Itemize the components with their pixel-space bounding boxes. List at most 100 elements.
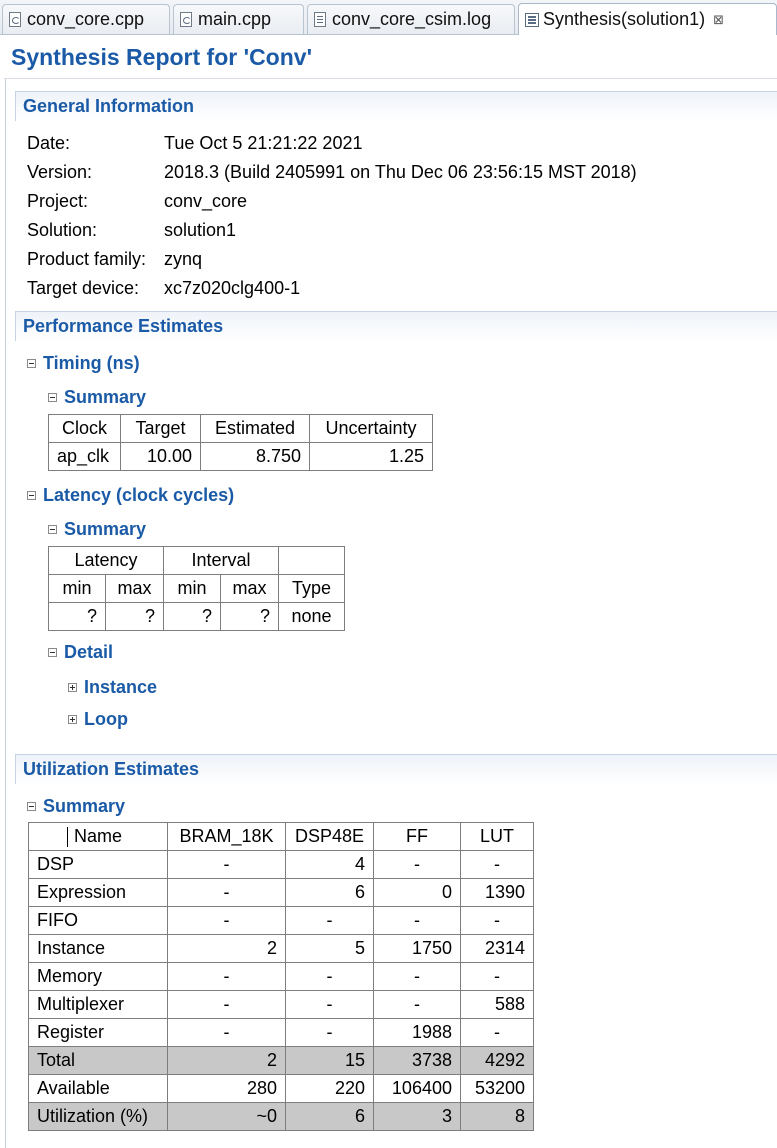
- table-row: ap_clk 10.00 8.750 1.25: [48, 442, 433, 471]
- table-row-label: Register: [28, 1018, 168, 1047]
- table-cell: -: [285, 990, 374, 1019]
- performance-estimates-heading: Performance Estimates: [15, 311, 777, 341]
- collapse-icon[interactable]: [27, 359, 36, 368]
- text-cursor: [67, 827, 68, 847]
- report-left-border: [5, 79, 6, 1148]
- detail-instance-heading[interactable]: Instance: [68, 677, 157, 698]
- table-row-label: DSP: [28, 850, 168, 879]
- latency-summary-table: Latency Interval min max min max Type ? …: [47, 546, 346, 631]
- table-cell: 2: [167, 1046, 286, 1075]
- table-cell: 220: [285, 1074, 374, 1103]
- table-cell: -: [285, 962, 374, 991]
- latency-summary-heading[interactable]: Summary: [48, 519, 146, 540]
- table-cell: 2: [167, 934, 286, 963]
- timing-summary-heading[interactable]: Summary: [48, 387, 146, 408]
- table-header-cell: min: [48, 574, 106, 603]
- table-cell: -: [167, 962, 286, 991]
- table-row-label: Expression: [28, 878, 168, 907]
- latency-detail-heading[interactable]: Detail: [48, 642, 113, 663]
- table-row: Instance 2 5 1750 2314: [28, 934, 534, 963]
- table-row-label: Memory: [28, 962, 168, 991]
- table-row: Multiplexer - - -588: [28, 990, 534, 1019]
- tab-main-cpp[interactable]: main.cpp: [173, 4, 304, 34]
- table-row-label: FIFO: [28, 906, 168, 935]
- table-header-cell: Estimated: [200, 414, 310, 443]
- table-header-cell: Type: [278, 574, 346, 603]
- expand-icon[interactable]: [68, 683, 77, 692]
- table-cell: -: [285, 906, 374, 935]
- table-cell: ?: [163, 602, 222, 631]
- info-label-product-family: Product family:: [27, 249, 147, 269]
- info-label-target-device: Target device:: [27, 278, 140, 298]
- close-tab-icon[interactable]: ⊠: [713, 12, 724, 28]
- table-group-header-cell: Interval: [163, 546, 280, 575]
- collapse-icon[interactable]: [27, 802, 36, 811]
- table-header-row: Clock Target Estimated Uncertainty: [48, 414, 433, 443]
- table-cell: -: [373, 906, 461, 935]
- table-header-cell[interactable]: Name: [28, 822, 168, 851]
- table-header-cell: FF: [373, 822, 461, 851]
- utilization-summary-heading[interactable]: Summary: [27, 796, 125, 817]
- title-divider: [4, 78, 777, 79]
- table-row: Utilization (%) ~0 6 3 8: [28, 1102, 534, 1131]
- table-cell: ~0: [167, 1102, 286, 1131]
- info-label-project: Project:: [27, 191, 89, 211]
- table-cell: -: [460, 1018, 534, 1047]
- detail-loop-label: Loop: [84, 709, 128, 729]
- table-cell: 1988: [373, 1018, 461, 1047]
- collapse-icon[interactable]: [48, 393, 57, 402]
- table-cell: 3738: [373, 1046, 461, 1075]
- table-cell: -: [167, 850, 286, 879]
- table-header-cell: DSP48E: [285, 822, 374, 851]
- table-header-cell: Target: [120, 414, 201, 443]
- table-row-label: Utilization (%): [28, 1102, 168, 1131]
- table-group-header-row: Latency Interval: [47, 546, 346, 575]
- utilization-summary-label: Summary: [43, 796, 126, 816]
- collapse-icon[interactable]: [48, 648, 57, 657]
- table-cell: ?: [104, 602, 165, 631]
- table-row: ? ? ? ? none: [48, 602, 346, 631]
- table-row: Available 280 220 106400 53200: [28, 1074, 534, 1103]
- timing-summary-table: Clock Target Estimated Uncertainty ap_cl…: [48, 414, 433, 471]
- info-value-product-family: zynq: [164, 249, 203, 269]
- table-cell: 8: [460, 1102, 534, 1131]
- table-cell: 8.750: [200, 442, 310, 471]
- table-group-header-cell: Latency: [47, 546, 165, 575]
- tab-label: conv_core.cpp: [27, 9, 145, 29]
- table-row: Memory - - - -: [28, 962, 534, 991]
- table-cell: -: [373, 990, 461, 1019]
- timing-heading[interactable]: Timing (ns): [27, 353, 140, 374]
- table-cell: 53200: [460, 1074, 534, 1103]
- table-header-cell: max: [220, 574, 280, 603]
- tab-label: main.cpp: [198, 9, 272, 29]
- table-row: FIFO - - - -: [28, 906, 534, 935]
- table-cell: 588: [460, 990, 534, 1019]
- table-cell: 6: [285, 878, 374, 907]
- table-cell: -: [167, 878, 286, 907]
- info-label-solution: Solution:: [27, 220, 98, 240]
- latency-heading[interactable]: Latency (clock cycles): [27, 485, 234, 506]
- cpp-file-icon: [180, 12, 192, 27]
- detail-loop-heading[interactable]: Loop: [68, 709, 128, 730]
- table-cell: 3: [373, 1102, 461, 1131]
- table-header-cell: BRAM_18K: [167, 822, 286, 851]
- tab-synthesis-solution1[interactable]: Synthesis(solution1) ⊠: [518, 3, 777, 35]
- expand-icon[interactable]: [68, 715, 77, 724]
- info-value-solution: solution1: [164, 220, 237, 240]
- info-label-date: Date:: [27, 133, 71, 153]
- tab-conv-core-cpp[interactable]: conv_core.cpp: [2, 4, 170, 34]
- table-cell: ap_clk: [48, 442, 121, 471]
- tab-conv-core-csim-log[interactable]: conv_core_csim.log: [307, 4, 515, 34]
- collapse-icon[interactable]: [27, 491, 36, 500]
- table-header-cell: Clock: [48, 414, 121, 443]
- table-row-label: Multiplexer: [28, 990, 168, 1019]
- table-row: Register - -1988-: [28, 1018, 534, 1047]
- collapse-icon[interactable]: [48, 525, 57, 534]
- table-header-cell-text: Name: [73, 826, 122, 846]
- table-cell: -: [460, 906, 534, 935]
- table-cell: -: [373, 850, 461, 879]
- table-cell: 1750: [373, 934, 461, 963]
- info-value-version: 2018.3 (Build 2405991 on Thu Dec 06 23:5…: [164, 162, 637, 182]
- editor-tab-bar: conv_core.cpp main.cpp conv_core_csim.lo…: [0, 0, 777, 35]
- table-cell: -: [167, 990, 286, 1019]
